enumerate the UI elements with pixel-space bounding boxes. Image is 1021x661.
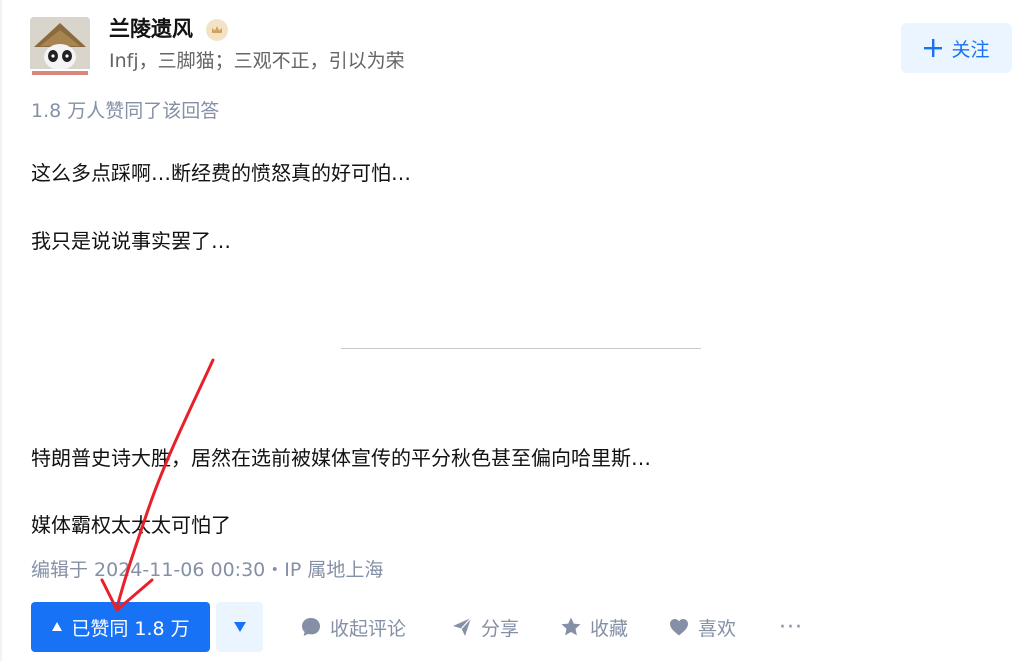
share-button[interactable]: 分享 (451, 602, 519, 652)
answer-paragraph: 媒体霸权太太太可怕了 (31, 513, 231, 537)
triangle-down-icon (233, 622, 246, 632)
upvote-label: 已赞同 1.8 万 (71, 617, 190, 640)
more-dots-icon: ··· (779, 614, 803, 640)
answer-paragraph: 这么多点踩啊…断经费的愤怒真的好可怕… (31, 161, 411, 185)
like-button[interactable]: 喜欢 (668, 602, 736, 652)
edit-info: 编辑于 2024-11-06 00:30・IP 属地上海 (31, 559, 384, 581)
collapse-comments-button[interactable]: 收起评论 (300, 602, 406, 652)
more-options-button[interactable]: ··· (779, 602, 803, 652)
follow-button[interactable]: 关注 (901, 23, 1012, 73)
follow-label: 关注 (951, 38, 990, 61)
collect-button[interactable]: 收藏 (560, 602, 628, 652)
heart-icon (670, 619, 688, 636)
content-left-border (0, 0, 2, 661)
share-paper-plane-icon (453, 617, 472, 636)
avatar-image (30, 17, 90, 77)
plus-icon (924, 39, 943, 57)
crown-badge-icon (206, 19, 228, 41)
collect-label: 收藏 (590, 617, 629, 640)
answer-paragraph: 特朗普史诗大胜，居然在选前被媒体宣传的平分秋色甚至偏向哈里斯… (31, 446, 651, 470)
star-icon (561, 617, 581, 636)
triangle-up-icon (52, 622, 63, 631)
comment-bubble-icon (302, 618, 320, 636)
answer-paragraph: 我只是说说事实罢了… (31, 229, 231, 253)
author-bio: Infj，三脚猫；三观不正，引以为荣 (109, 50, 405, 72)
content-divider (341, 348, 701, 349)
upvote-button[interactable]: 已赞同 1.8 万 (31, 602, 210, 652)
vote-summary: 1.8 万人赞同了该回答 (31, 100, 220, 122)
author-name[interactable]: 兰陵遗风 (109, 14, 193, 44)
author-avatar[interactable] (30, 17, 90, 77)
comment-label: 收起评论 (330, 617, 407, 640)
share-label: 分享 (481, 617, 520, 640)
like-label: 喜欢 (698, 617, 737, 640)
downvote-button[interactable] (216, 602, 263, 652)
